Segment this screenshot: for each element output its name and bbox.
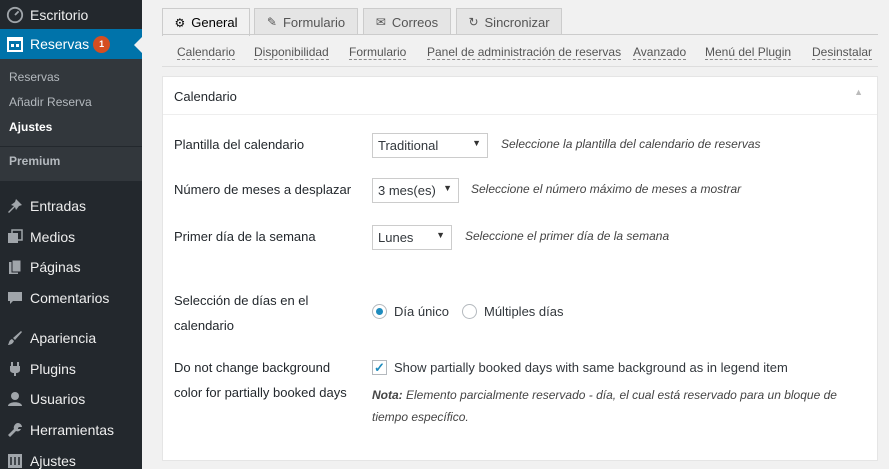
- tab-label: Sincronizar: [484, 14, 550, 30]
- tab-divider: [162, 34, 878, 35]
- sidebar-item-label: Páginas: [30, 259, 81, 275]
- sidebar-item-comentarios[interactable]: Comentarios: [0, 283, 142, 313]
- settings-icon: [0, 453, 30, 469]
- tab-formulario[interactable]: ✎ Formulario: [254, 8, 358, 35]
- select-value: 3 mes(es): [378, 183, 436, 198]
- sidebar-item-label: Escritorio: [30, 7, 89, 23]
- comment-icon: [0, 290, 30, 306]
- user-icon: [0, 391, 30, 407]
- admin-sidebar: Escritorio Reservas 1 Reservas Añadir Re…: [0, 0, 142, 469]
- firstday-label: Primer día de la semana: [174, 229, 316, 244]
- sidebar-item-plugins[interactable]: Plugins: [0, 354, 142, 384]
- firstday-select[interactable]: Lunes ▼: [372, 225, 452, 250]
- partial-booking-note: Nota: Elemento parcialmente reservado - …: [372, 384, 867, 406]
- firstday-description: Seleccione el primer día de la semana: [465, 229, 670, 243]
- months-select[interactable]: 3 mes(es) ▼: [372, 178, 459, 203]
- chevron-down-icon: ▼: [472, 138, 481, 148]
- sidebar-item-label: Comentarios: [30, 290, 110, 306]
- subnav-formulario[interactable]: Formulario: [349, 45, 407, 60]
- sidebar-item-label: Apariencia: [30, 330, 97, 346]
- calendar-icon: [0, 36, 30, 52]
- sidebar-item-medios[interactable]: Medios: [0, 222, 142, 252]
- chevron-down-icon: ▼: [443, 183, 452, 193]
- chevron-down-icon: ▼: [436, 230, 445, 240]
- note-text: Elemento parcialmente reservado - día, e…: [402, 388, 837, 402]
- settings-panel: Calendario ▲ Plantilla del calendario Tr…: [162, 76, 878, 461]
- background-label-cont: color for partially booked days: [174, 385, 347, 400]
- submenu-divider: [0, 146, 142, 147]
- note-bold: Nota:: [372, 388, 403, 402]
- gear-icon: ⚙: [174, 15, 186, 30]
- mail-icon: ✉: [375, 15, 386, 29]
- brush-icon: [0, 330, 30, 346]
- media-icon: [0, 229, 30, 245]
- sidebar-item-label: Plugins: [30, 361, 76, 377]
- page-icon: [0, 259, 30, 275]
- partial-background-checkbox-label[interactable]: Show partially booked days with same bac…: [394, 360, 788, 375]
- selection-label-cont: calendario: [174, 318, 234, 333]
- edit-icon: ✎: [266, 15, 277, 29]
- radio-multiples-dias[interactable]: [462, 304, 477, 319]
- subnav-menu-plugin[interactable]: Menú del Plugin: [705, 45, 792, 60]
- sidebar-item-entradas[interactable]: Entradas: [0, 191, 142, 221]
- sidebar-item-ajustes[interactable]: Ajustes: [0, 446, 142, 469]
- pin-icon: [0, 198, 30, 214]
- template-select[interactable]: Traditional ▼: [372, 133, 488, 158]
- template-label: Plantilla del calendario: [174, 137, 305, 152]
- months-label: Número de meses a desplazar: [174, 182, 352, 197]
- partial-booking-note-cont: tiempo específico.: [372, 410, 469, 424]
- submenu-item-anadir-reserva[interactable]: Añadir Reserva: [9, 95, 92, 109]
- radio-dia-unico-label[interactable]: Día único: [394, 304, 449, 319]
- sidebar-item-label: Medios: [30, 229, 76, 245]
- tab-label: Correos: [391, 14, 439, 30]
- subnav-desinstalar[interactable]: Desinstalar: [812, 45, 873, 60]
- selection-label: Selección de días en el: [174, 293, 309, 308]
- sidebar-item-label: Entradas: [30, 198, 87, 214]
- wrench-icon: [0, 422, 30, 438]
- sidebar-item-usuarios[interactable]: Usuarios: [0, 384, 142, 414]
- select-value: Lunes: [378, 230, 414, 245]
- sidebar-item-reservas[interactable]: Reservas 1: [0, 29, 142, 59]
- tab-label: Formulario: [282, 14, 346, 30]
- months-description: Seleccione el número máximo de meses a m…: [471, 182, 742, 196]
- tab-sincronizar[interactable]: ↻ Sincronizar: [456, 8, 562, 35]
- collapse-toggle-icon[interactable]: ▲: [854, 87, 863, 97]
- panel-header: Calendario ▲: [163, 77, 877, 115]
- template-description: Seleccione la plantilla del calendario d…: [501, 137, 761, 151]
- subnav-calendario[interactable]: Calendario: [177, 45, 236, 60]
- radio-selected-dot: [376, 308, 383, 315]
- sidebar-item-label: Herramientas: [30, 422, 115, 438]
- tab-correos[interactable]: ✉ Correos: [363, 8, 451, 35]
- select-value: Traditional: [378, 138, 439, 153]
- sidebar-item-escritorio[interactable]: Escritorio: [0, 0, 142, 30]
- subnav-disponibilidad[interactable]: Disponibilidad: [254, 45, 329, 60]
- plug-icon: [0, 361, 30, 377]
- active-indicator: [134, 37, 142, 53]
- radio-multiples-dias-label[interactable]: Múltiples días: [484, 304, 563, 319]
- sidebar-item-label: Ajustes: [30, 453, 76, 469]
- sidebar-item-label: Usuarios: [30, 391, 86, 407]
- submenu-item-premium[interactable]: Premium: [9, 154, 60, 168]
- sync-icon: ↻: [468, 15, 479, 29]
- sidebar-item-label: Reservas: [30, 36, 90, 52]
- dashboard-icon: [0, 6, 30, 24]
- subnav-avanzado[interactable]: Avanzado: [633, 45, 687, 60]
- submenu-item-reservas[interactable]: Reservas: [9, 70, 60, 84]
- panel-title: Calendario: [174, 89, 237, 104]
- partial-background-checkbox[interactable]: ✓: [372, 360, 387, 375]
- check-icon: ✓: [374, 360, 385, 375]
- submenu-item-ajustes[interactable]: Ajustes: [9, 120, 52, 134]
- reservas-submenu: Reservas Añadir Reserva Ajustes Premium: [0, 59, 142, 181]
- sidebar-item-paginas[interactable]: Páginas: [0, 252, 142, 282]
- tab-label: General: [191, 15, 238, 30]
- sidebar-item-herramientas[interactable]: Herramientas: [0, 415, 142, 445]
- tab-general[interactable]: ⚙ General: [162, 8, 250, 36]
- subnav-panel-administracion[interactable]: Panel de administración de reservas: [427, 45, 622, 60]
- background-label: Do not change background: [174, 360, 331, 375]
- radio-dia-unico[interactable]: [372, 304, 387, 319]
- sidebar-item-apariencia[interactable]: Apariencia: [0, 323, 142, 353]
- subnav-divider: [162, 66, 878, 67]
- notification-badge: 1: [93, 35, 111, 53]
